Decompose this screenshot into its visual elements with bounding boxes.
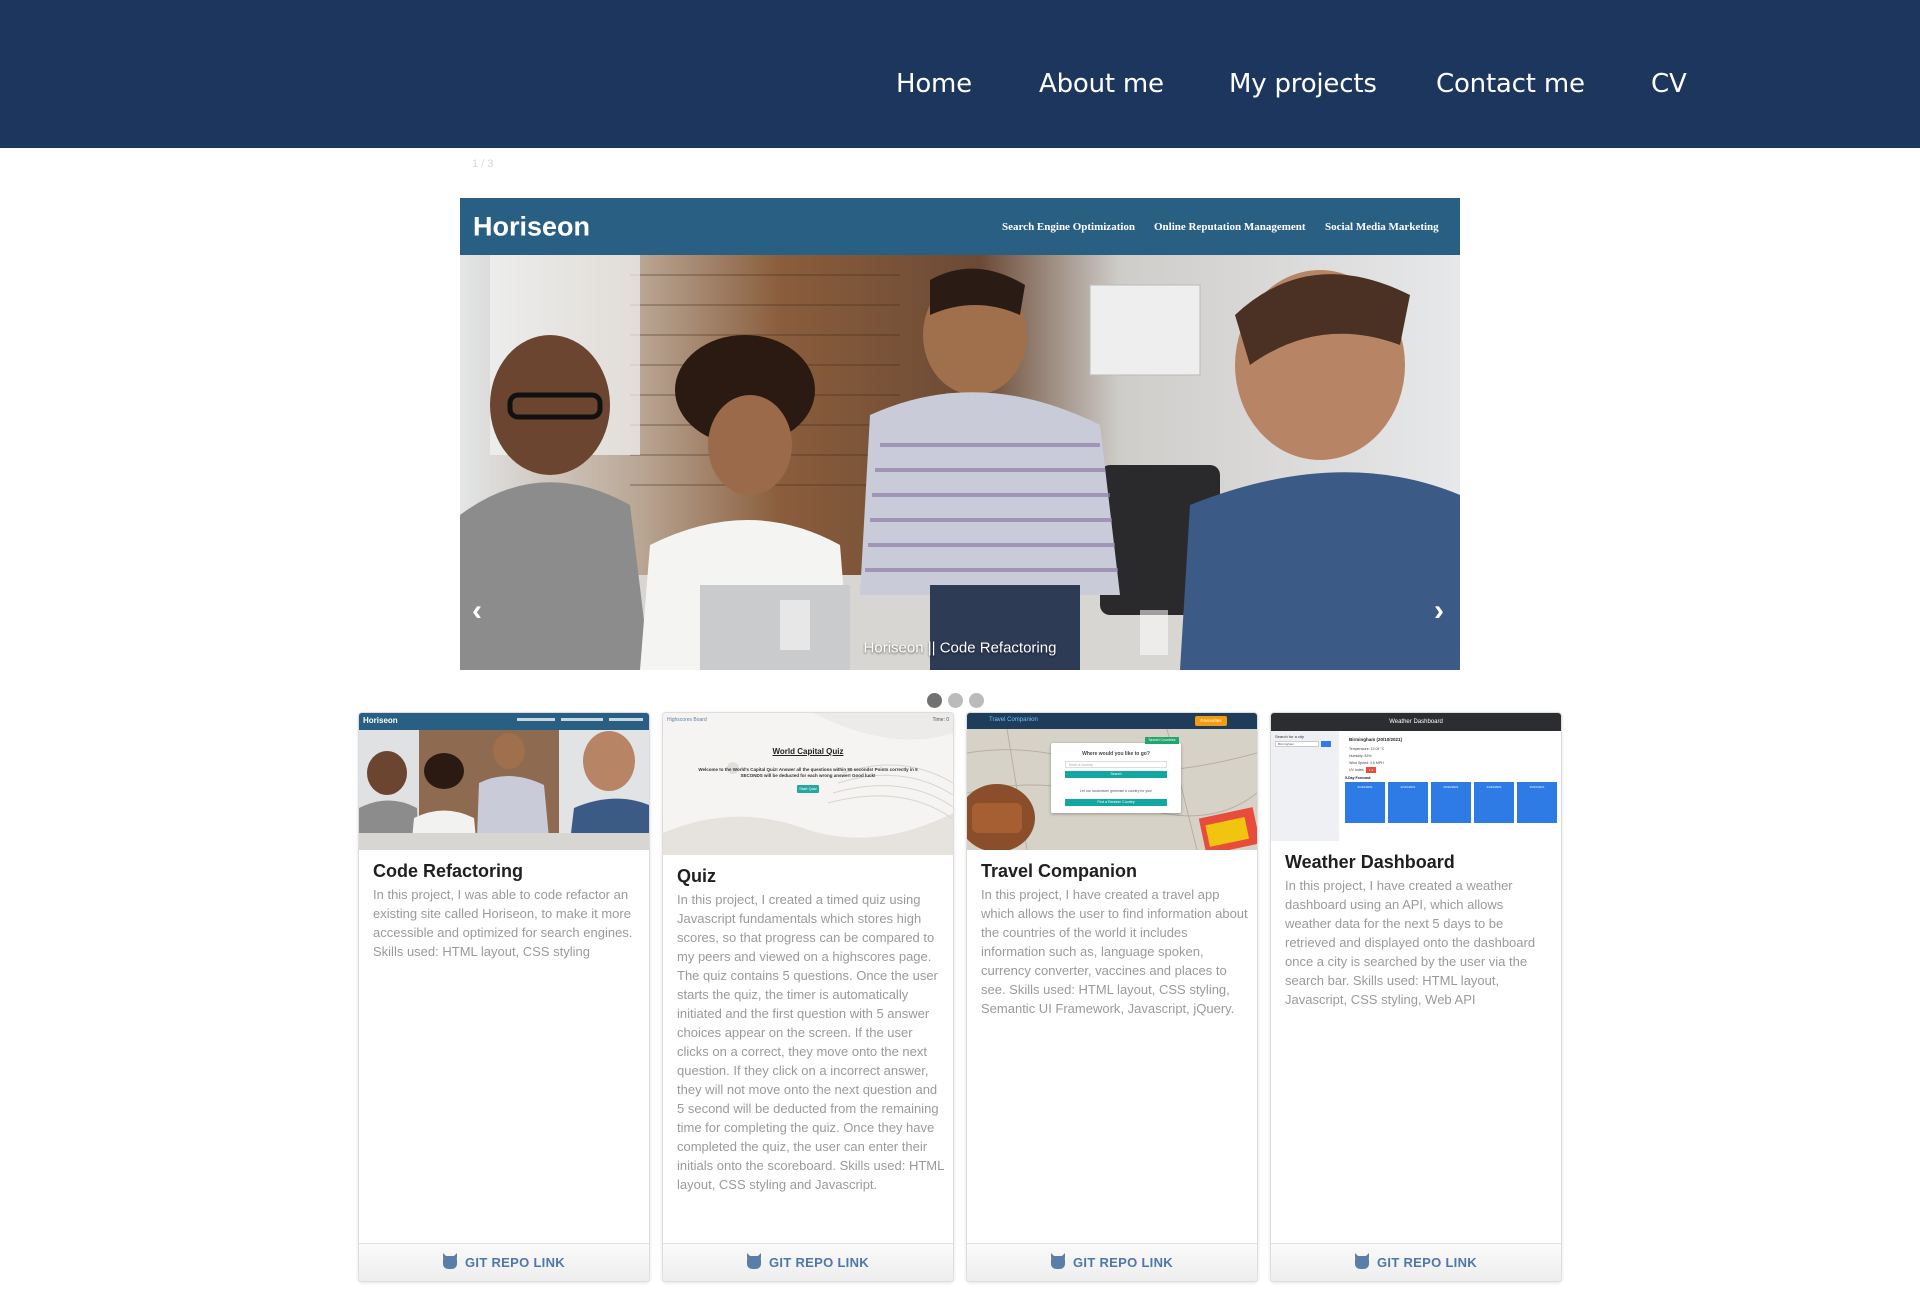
weather-wind: Wind Speed: 3.6 MPH xyxy=(1349,761,1384,765)
travel-question: Where would you like to go? xyxy=(1082,751,1150,757)
mini-nav-line xyxy=(517,718,555,721)
project-title: Code Refactoring xyxy=(373,861,524,881)
project-card-travel-companion: Travel Companion Favourites Search Count… xyxy=(966,712,1258,1282)
forecast-card: 25/10/2021 xyxy=(1517,782,1557,823)
carousel-dot-3[interactable] xyxy=(969,693,984,708)
weather-humidity: Humidity: 83% xyxy=(1349,754,1372,758)
weather-header: Weather Dashboard xyxy=(1271,713,1561,731)
weather-sidebar: Search for a city Birmingham xyxy=(1271,731,1339,841)
quiz-title: World Capital Quiz xyxy=(772,747,844,756)
team-meeting-thumb-photo xyxy=(359,713,649,850)
weather-temp: Temperature: 12.04 °C xyxy=(1349,747,1385,751)
weather-dashboard-thumbnail: Weather Dashboard Search for a city Birm… xyxy=(1271,713,1561,841)
team-meeting-photo xyxy=(460,255,1460,670)
horiseon-nav-seo: Search Engine Optimization xyxy=(1002,221,1136,233)
forecast-card: 22/10/2021 xyxy=(1388,782,1428,823)
git-repo-link[interactable]: GIT REPO LINK xyxy=(359,1243,649,1281)
git-repo-link[interactable]: GIT REPO LINK xyxy=(967,1243,1257,1281)
git-repo-label: GIT REPO LINK xyxy=(1377,1255,1477,1270)
quiz-intro-text: Welcome to the World's Capital Quiz! Ans… xyxy=(698,767,918,778)
code-refactoring-thumbnail: Horiseon xyxy=(359,713,649,850)
weather-search-label: Search for a city xyxy=(1275,734,1304,739)
weather-city: Birmingham (20/10/2021) xyxy=(1349,737,1403,742)
travel-brand: Travel Companion xyxy=(989,717,1038,723)
nav-cv-link[interactable]: CV xyxy=(1651,69,1687,99)
weather-forecast-row: 21/10/2021 22/10/2021 23/10/2021 24/10/2… xyxy=(1345,782,1557,823)
top-nav: Home About me My projects Contact me CV xyxy=(0,0,1920,148)
horiseon-logo: Horiseon xyxy=(473,211,591,242)
quiz-highscores-link: Highscores Board xyxy=(667,717,707,723)
slide-counter: 1 / 3 xyxy=(472,158,494,170)
nav-contact-link[interactable]: Contact me xyxy=(1436,69,1585,99)
quiz-thumbnail: Highscores Board Time: 0 World Capital Q… xyxy=(663,713,953,855)
travel-hint: Let our randomizer generate a country fo… xyxy=(1079,789,1153,793)
carousel-dot-1[interactable] xyxy=(927,693,942,708)
quiz-wave-background xyxy=(663,713,953,855)
mini-nav-line xyxy=(609,718,643,721)
travel-companion-thumbnail: Travel Companion Favourites Search Count… xyxy=(967,713,1257,850)
carousel-caption: Horiseon || Code Refactoring xyxy=(863,639,1057,657)
weather-forecast-label: 5-Day Forecast: xyxy=(1345,776,1372,780)
weather-uv-badge: 1.4 xyxy=(1366,767,1376,773)
quiz-timer: Time: 0 xyxy=(932,717,949,723)
travel-favourites-button: Favourites xyxy=(1195,716,1227,726)
weather-search-input: Birmingham xyxy=(1275,741,1319,747)
horiseon-nav-smm: Social Media Marketing xyxy=(1325,221,1439,233)
horiseon-header: Horiseon Search Engine Optimization Onli… xyxy=(460,198,1460,255)
git-repo-label: GIT REPO LINK xyxy=(1073,1255,1173,1270)
travel-random-button: Find a Random Country xyxy=(1065,799,1167,806)
git-repo-link[interactable]: GIT REPO LINK xyxy=(663,1243,953,1281)
git-repo-label: GIT REPO LINK xyxy=(769,1255,869,1270)
project-title: Weather Dashboard xyxy=(1285,852,1455,872)
travel-search-badge: Search Countries xyxy=(1145,737,1179,744)
github-icon xyxy=(1355,1256,1370,1269)
carousel-next-icon[interactable]: › xyxy=(1434,596,1444,626)
project-card-weather-dashboard: Weather Dashboard Search for a city Birm… xyxy=(1270,712,1562,1282)
project-description: In this project, I have created a weathe… xyxy=(1285,878,1536,1007)
forecast-card: 24/10/2021 xyxy=(1474,782,1514,823)
forecast-card: 21/10/2021 xyxy=(1345,782,1385,823)
nav-about-link[interactable]: About me xyxy=(1039,69,1164,99)
project-carousel: Horiseon Search Engine Optimization Onli… xyxy=(460,198,1460,670)
project-title: Quiz xyxy=(677,866,716,886)
github-icon xyxy=(747,1256,762,1269)
travel-search-panel: Search Countries Where would you like to… xyxy=(1051,737,1181,813)
carousel-prev-icon[interactable]: ‹ xyxy=(472,596,482,626)
mini-horiseon-logo: Horiseon xyxy=(363,716,398,725)
project-description: In this project, I created a timed quiz … xyxy=(677,892,944,1192)
nav-projects-link[interactable]: My projects xyxy=(1229,69,1377,99)
git-repo-link[interactable]: GIT REPO LINK xyxy=(1271,1243,1561,1281)
forecast-card: 23/10/2021 xyxy=(1431,782,1471,823)
quiz-start-button: Start Quiz xyxy=(797,785,819,793)
travel-search-button: Search xyxy=(1065,771,1167,778)
carousel-dot-2[interactable] xyxy=(948,693,963,708)
git-repo-label: GIT REPO LINK xyxy=(465,1255,565,1270)
project-card-code-refactoring: Horiseon Code Refactoring In this projec… xyxy=(358,712,650,1282)
carousel-dots xyxy=(927,693,984,708)
mini-horiseon-header: Horiseon xyxy=(359,713,649,730)
project-title: Travel Companion xyxy=(981,861,1138,881)
nav-home-link[interactable]: Home xyxy=(896,69,972,99)
travel-country-input: Enter a country xyxy=(1065,761,1167,768)
weather-uv-label: UV Index: xyxy=(1349,768,1365,772)
weather-search-button xyxy=(1321,741,1331,747)
project-card-quiz: Highscores Board Time: 0 World Capital Q… xyxy=(662,712,954,1282)
horiseon-nav-orm: Online Reputation Management xyxy=(1154,221,1306,233)
mini-nav-line xyxy=(561,718,603,721)
project-description: In this project, I was able to code refa… xyxy=(373,887,633,959)
github-icon xyxy=(443,1256,458,1269)
project-description: In this project, I have created a travel… xyxy=(981,887,1248,1016)
github-icon xyxy=(1051,1256,1066,1269)
